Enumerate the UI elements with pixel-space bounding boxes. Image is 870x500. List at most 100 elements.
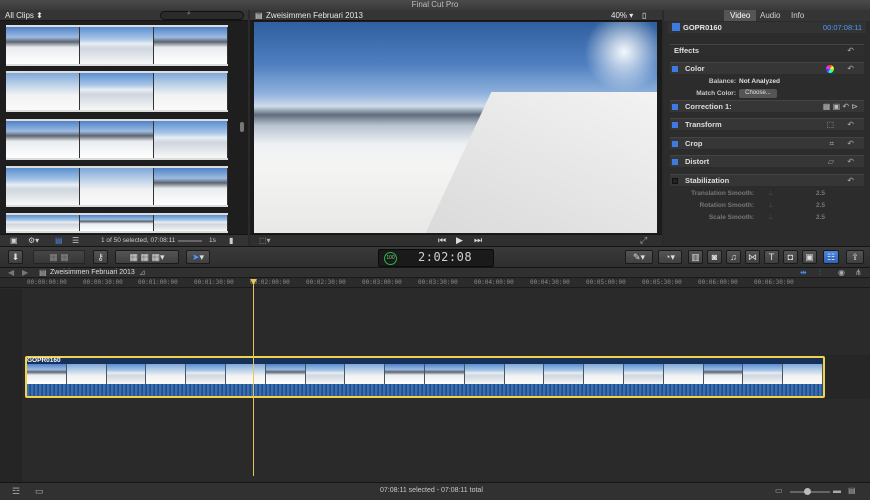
filmstrip-5[interactable] xyxy=(6,213,228,233)
playhead[interactable] xyxy=(253,280,254,476)
import-media-icon[interactable]: ⬇ xyxy=(8,250,23,264)
inspector-toggle-icon[interactable]: ☷ xyxy=(823,250,839,264)
filmstrip-3[interactable] xyxy=(6,119,228,160)
reset-icon[interactable]: ↶ xyxy=(847,156,854,168)
share-icon[interactable]: ⇪ xyxy=(846,250,864,264)
translation-smooth-value: 2.5 xyxy=(816,190,826,197)
thumbnail xyxy=(6,121,80,158)
distort-onscreen-icon[interactable]: ▱ xyxy=(828,157,834,166)
crop-enable-checkbox[interactable] xyxy=(672,141,678,147)
filmstrip-view-icon[interactable]: ▤ xyxy=(55,236,63,245)
play-icon[interactable]: ▶ xyxy=(456,235,463,246)
transform-enable-checkbox[interactable] xyxy=(672,122,678,128)
filmstrip-1[interactable] xyxy=(6,25,228,66)
slider-icon[interactable]: ⊥ xyxy=(768,188,774,199)
effects-browser-icon[interactable]: ▥ xyxy=(688,250,703,264)
browser-scrollbar[interactable] xyxy=(240,122,244,132)
themes-browser-icon[interactable]: ▣ xyxy=(802,250,817,264)
music-browser-icon[interactable]: ♫ xyxy=(726,250,741,264)
distort-enable-checkbox[interactable] xyxy=(672,159,678,165)
thumbnail xyxy=(345,364,386,384)
keyword-icon[interactable]: ⚷ xyxy=(93,250,108,264)
filmstrip-4[interactable] xyxy=(6,166,228,207)
slider-icon[interactable]: ⊥ xyxy=(768,212,774,223)
clip-filter-dropdown[interactable]: All Clips ⬍ xyxy=(5,10,43,21)
timeline-index-toggle-icon[interactable]: ▭ xyxy=(35,486,44,497)
photo-browser-icon[interactable]: ◙ xyxy=(707,250,722,264)
list-view-icon[interactable]: ☰ xyxy=(72,236,79,245)
library-icon[interactable]: ▣ xyxy=(10,236,18,245)
generators-browser-icon[interactable]: ◘ xyxy=(783,250,798,264)
color-section[interactable]: Color ↶ xyxy=(670,62,864,74)
zoom-slider[interactable] xyxy=(178,240,202,242)
clip-appearance-icon[interactable]: ▤ xyxy=(848,486,856,495)
reset-icon[interactable]: ↶ xyxy=(847,175,854,187)
timeline-index-icon[interactable]: ⊿ xyxy=(139,268,146,277)
crop-onscreen-icon[interactable]: ⌗ xyxy=(829,139,834,149)
viewer-options-icon[interactable]: ▯ xyxy=(642,10,646,21)
previous-edit-icon[interactable]: ⏮ xyxy=(438,235,446,246)
back-arrow-icon[interactable]: ◀ xyxy=(8,268,14,277)
stabilization-enable-checkbox[interactable] xyxy=(672,178,678,184)
gear-icon[interactable]: ⚙▾ xyxy=(28,236,39,245)
effects-section[interactable]: Effects ↶ xyxy=(670,44,864,56)
next-edit-icon[interactable]: ⏭ xyxy=(474,235,482,246)
slider-icon[interactable]: ⊥ xyxy=(768,200,774,211)
reset-icon[interactable]: ↶ xyxy=(847,45,854,57)
tab-video[interactable]: Video xyxy=(724,10,757,21)
forward-arrow-icon[interactable]: ▶ xyxy=(22,268,28,277)
thumbnail xyxy=(6,73,80,110)
audio-waveform xyxy=(27,384,823,396)
edit-mode-buttons[interactable]: ▦ ▦ ▦▾ xyxy=(115,250,179,264)
reset-icon[interactable]: ↶ xyxy=(847,138,854,150)
view-options-icon[interactable]: ⬚▾ xyxy=(259,236,271,245)
viewer-zoom-label: 40% xyxy=(611,11,628,20)
color-enable-checkbox[interactable] xyxy=(672,66,678,72)
balance-label: Balance: xyxy=(708,78,736,85)
color-board-icon[interactable] xyxy=(826,65,834,73)
keyword-editor-button[interactable]: ▦ ▦ xyxy=(33,250,85,264)
select-tool-icon[interactable]: ➤▾ xyxy=(186,250,210,264)
video-frame[interactable] xyxy=(254,22,657,233)
event-library-icon[interactable]: ☲ xyxy=(12,486,20,497)
rotation-smooth-row: Rotation Smooth: ⊥ 2.5 xyxy=(670,200,864,211)
transform-onscreen-icon[interactable]: ⬚ xyxy=(826,120,834,129)
titles-browser-icon[interactable]: T xyxy=(764,250,779,264)
transitions-browser-icon[interactable]: ⋈ xyxy=(745,250,760,264)
background-task-indicator[interactable]: 100 xyxy=(384,252,397,265)
viewer-header: ▤ Zweisimmen Februari 2013 40% ▾ ▯ xyxy=(250,10,662,21)
clip-filter-label: All Clips xyxy=(5,11,34,20)
scale-smooth-row: Scale Smooth: ⊥ 2.5 xyxy=(670,212,864,223)
thumbnail xyxy=(663,364,704,384)
zoom-in-icon[interactable]: ▬ xyxy=(833,486,841,495)
reset-icon[interactable]: ↶ xyxy=(847,119,854,131)
fullscreen-icon[interactable]: ⤢ xyxy=(640,235,647,246)
distort-section[interactable]: Distort ▱ ↶ xyxy=(670,155,864,167)
viewer-zoom-dropdown[interactable]: 40% ▾ xyxy=(611,10,633,21)
tab-info[interactable]: Info xyxy=(785,10,810,21)
match-color-label: Match Color: xyxy=(696,90,736,97)
crop-section[interactable]: Crop ⌗ ↶ xyxy=(670,137,864,149)
enhance-icon[interactable]: ✎▾ xyxy=(625,250,653,264)
audio-waveform-toggle-icon[interactable]: ▮ xyxy=(229,236,233,245)
stabilization-section[interactable]: Stabilization ↶ xyxy=(670,174,864,186)
tab-audio[interactable]: Audio xyxy=(754,10,786,21)
zoom-out-icon[interactable]: ▭ xyxy=(775,486,783,495)
filmstrip-2[interactable] xyxy=(6,71,228,112)
correction-tools-icon[interactable]: ▦ ▣ ↶ ⊳ xyxy=(823,102,858,111)
solo-icon[interactable]: ◉ xyxy=(838,268,845,277)
audio-skimming-icon[interactable]: ⫶ xyxy=(819,268,821,278)
snapping-icon[interactable]: ⋔ xyxy=(855,268,862,277)
zoom-slider-knob[interactable] xyxy=(804,488,811,495)
correction-section[interactable]: Correction 1: ▦ ▣ ↶ ⊳ xyxy=(670,100,864,112)
retime-icon[interactable]: ◔▾ xyxy=(658,250,682,264)
ruler-tick: 00:06:00:00 xyxy=(698,279,738,286)
clip-search-field[interactable]: ⌕ xyxy=(160,10,244,20)
distort-label: Distort xyxy=(685,157,710,166)
thumbnail xyxy=(66,364,107,384)
choose-button[interactable]: Choose... xyxy=(739,89,777,98)
correction-enable-checkbox[interactable] xyxy=(672,104,678,110)
transform-section[interactable]: Transform ⬚ ↶ xyxy=(670,118,864,130)
skimming-icon[interactable]: ⇹ xyxy=(800,268,807,277)
reset-icon[interactable]: ↶ xyxy=(847,63,854,75)
